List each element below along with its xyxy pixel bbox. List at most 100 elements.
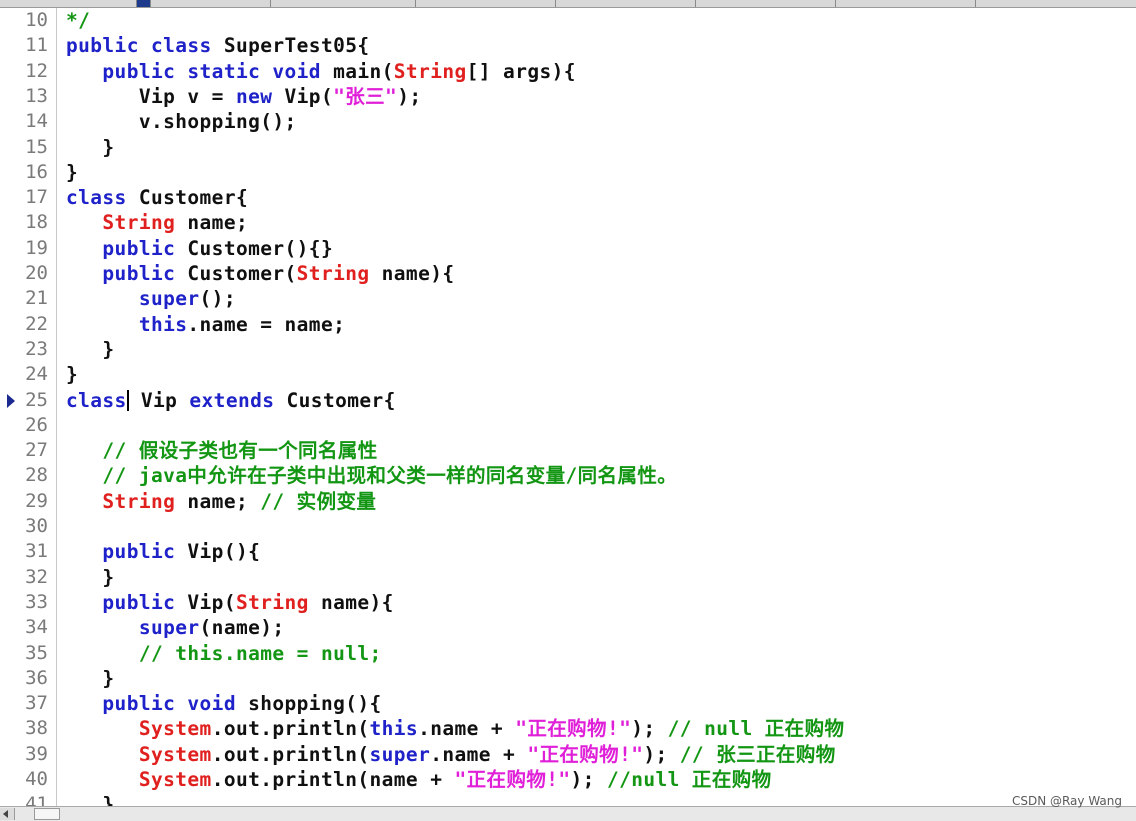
- code-text[interactable]: }: [66, 565, 115, 590]
- file-tab[interactable]: [415, 0, 556, 7]
- code-token: }: [66, 135, 115, 159]
- code-text[interactable]: // 假设子类也有一个同名属性: [66, 438, 378, 463]
- scroll-left-button[interactable]: [0, 808, 15, 820]
- code-line[interactable]: 34 super(name);: [0, 615, 1136, 640]
- code-text[interactable]: String name; // 实例变量: [66, 489, 376, 514]
- code-text[interactable]: class Vip extends Customer{: [66, 388, 396, 413]
- code-text[interactable]: public static void main(String[] args){: [66, 59, 576, 84]
- file-tab[interactable]: [150, 0, 271, 7]
- horizontal-scrollbar[interactable]: [0, 806, 1136, 821]
- code-text[interactable]: class Customer{: [66, 185, 248, 210]
- code-line[interactable]: 16}: [0, 160, 1136, 185]
- file-tab[interactable]: [270, 0, 416, 7]
- code-line[interactable]: 11 public class SuperTest05{: [0, 33, 1136, 58]
- line-number: 37: [25, 692, 48, 715]
- code-text[interactable]: super(name);: [66, 615, 285, 640]
- file-tab[interactable]: [835, 0, 976, 7]
- code-line[interactable]: 19 public Customer(){}: [0, 236, 1136, 261]
- code-line[interactable]: 13 Vip v = new Vip("张三");: [0, 84, 1136, 109]
- code-line[interactable]: 21 super();: [0, 286, 1136, 311]
- file-tab[interactable]: [695, 0, 836, 7]
- code-line[interactable]: 35 // this.name = null;: [0, 641, 1136, 666]
- code-line[interactable]: 40 System.out.println(name + "正在购物!"); /…: [0, 767, 1136, 792]
- code-line[interactable]: 36 }: [0, 666, 1136, 691]
- code-token: public static void: [66, 59, 334, 83]
- code-line[interactable]: 28 // java中允许在子类中出现和父类一样的同名变量/同名属性。: [0, 463, 1136, 488]
- code-line[interactable]: 15 }: [0, 135, 1136, 160]
- code-text[interactable]: */: [66, 8, 90, 33]
- code-line[interactable]: 12 public static void main(String[] args…: [0, 59, 1136, 84]
- code-text[interactable]: public Customer(String name){: [66, 261, 455, 286]
- code-text[interactable]: System.out.println(super.name + "正在购物!")…: [66, 742, 836, 767]
- file-tab[interactable]: [0, 0, 137, 7]
- file-tab-bar: [0, 0, 1136, 8]
- code-text[interactable]: // this.name = null;: [66, 641, 382, 666]
- code-line[interactable]: 27 // 假设子类也有一个同名属性: [0, 438, 1136, 463]
- code-token: public: [66, 590, 188, 614]
- code-text[interactable]: this.name = name;: [66, 312, 345, 337]
- code-token: );: [570, 768, 607, 791]
- code-text[interactable]: // java中允许在子类中出现和父类一样的同名变量/同名属性。: [66, 463, 677, 488]
- code-text[interactable]: }: [66, 666, 115, 691]
- code-text[interactable]: }: [66, 160, 78, 185]
- line-number: 12: [25, 59, 48, 82]
- code-line[interactable]: 33 public Vip(String name){: [0, 590, 1136, 615]
- code-line[interactable]: 25 class Vip extends Customer{: [0, 388, 1136, 413]
- code-line[interactable]: 14 v.shopping();: [0, 109, 1136, 134]
- code-token: Customer{: [138, 186, 249, 210]
- line-number: 13: [25, 84, 48, 107]
- code-token: shopping(){: [248, 692, 382, 716]
- code-line[interactable]: 29 String name; // 实例变量: [0, 489, 1136, 514]
- code-text[interactable]: v.shopping();: [66, 109, 297, 134]
- code-line[interactable]: 37 public void shopping(){: [0, 691, 1136, 716]
- code-text[interactable]: public void shopping(){: [66, 691, 382, 716]
- code-line[interactable]: 30: [0, 514, 1136, 539]
- code-text[interactable]: System.out.println(this.name + "正在购物!");…: [66, 716, 844, 741]
- code-line[interactable]: 32 }: [0, 565, 1136, 590]
- code-line[interactable]: 17 class Customer{: [0, 185, 1136, 210]
- code-text[interactable]: public Vip(){: [66, 539, 260, 564]
- code-text[interactable]: System.out.println(name + "正在购物!"); //nu…: [66, 767, 772, 792]
- file-tab-active[interactable]: [136, 0, 151, 7]
- code-text[interactable]: Vip v = new Vip("张三");: [66, 84, 421, 109]
- line-number: 19: [25, 236, 48, 259]
- code-text[interactable]: }: [66, 362, 78, 387]
- line-number: 29: [25, 489, 48, 512]
- code-token: Customer{: [286, 388, 396, 412]
- code-line[interactable]: 22 this.name = name;: [0, 312, 1136, 337]
- code-text[interactable]: String name;: [66, 210, 248, 235]
- code-line[interactable]: 24}: [0, 362, 1136, 387]
- code-text[interactable]: }: [66, 337, 115, 362]
- line-number: 27: [25, 439, 48, 462]
- code-line[interactable]: 20 public Customer(String name){: [0, 261, 1136, 286]
- code-token: }: [66, 337, 115, 361]
- code-line[interactable]: 38 System.out.println(this.name + "正在购物!…: [0, 716, 1136, 741]
- line-number: 32: [25, 565, 48, 588]
- code-token: super: [369, 742, 431, 766]
- code-text[interactable]: public Vip(String name){: [66, 590, 394, 615]
- code-token: // 实例变量: [260, 489, 377, 513]
- code-token: name){: [369, 262, 455, 285]
- file-tab[interactable]: [975, 0, 1136, 7]
- code-editor[interactable]: 10 */11 public class SuperTest05{12 public…: [0, 8, 1136, 816]
- file-tab[interactable]: [555, 0, 696, 7]
- code-token: System: [138, 742, 212, 766]
- code-text[interactable]: }: [66, 135, 115, 160]
- code-text[interactable]: public Customer(){}: [66, 236, 333, 261]
- code-line[interactable]: 31 public Vip(){: [0, 539, 1136, 564]
- code-token: name){: [308, 590, 394, 614]
- code-line[interactable]: 23 }: [0, 337, 1136, 362]
- code-line[interactable]: 39 System.out.println(super.name + "正在购物…: [0, 742, 1136, 767]
- code-line[interactable]: 18 String name;: [0, 210, 1136, 235]
- scroll-thumb[interactable]: [34, 808, 60, 820]
- code-text[interactable]: public class SuperTest05{: [66, 33, 370, 58]
- code-token: .out.println(: [211, 717, 370, 741]
- code-line[interactable]: 10 */: [0, 8, 1136, 33]
- code-text[interactable]: super();: [66, 286, 236, 311]
- code-token: "张三": [333, 84, 398, 108]
- code-line[interactable]: 26: [0, 413, 1136, 438]
- code-token: String: [102, 489, 176, 513]
